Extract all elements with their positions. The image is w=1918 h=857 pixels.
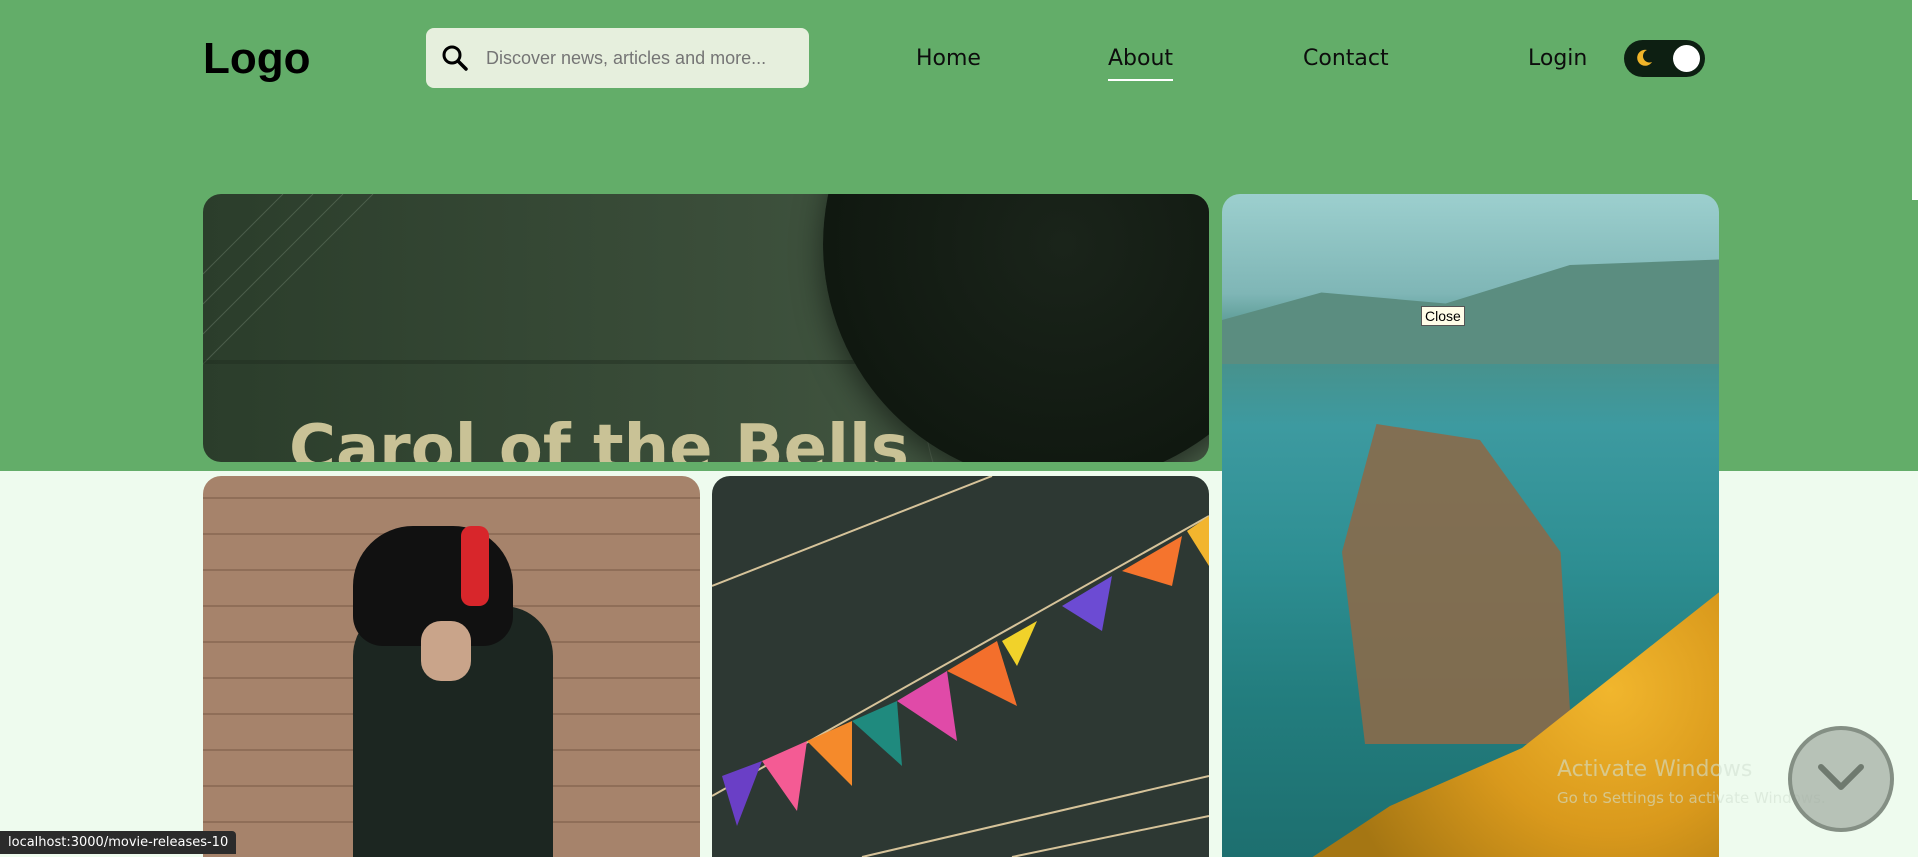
search-bar[interactable] (426, 28, 809, 88)
chevron-down-icon (1816, 762, 1866, 797)
status-bar-url: localhost:3000/movie-releases-10 (0, 831, 237, 854)
feature-title: Carol of the Bells (289, 412, 909, 462)
site-logo[interactable]: Logo (203, 34, 311, 84)
bagpiper-card[interactable] (203, 476, 700, 857)
nav-home-link[interactable]: Home (916, 46, 981, 71)
theme-toggle[interactable] (1624, 40, 1705, 77)
watermark-subtitle: Go to Settings to activate Windows. (1557, 789, 1826, 807)
close-button[interactable]: Close (1421, 306, 1465, 326)
bunting-illustration (712, 476, 1209, 857)
nav-login-link[interactable]: Login (1528, 46, 1587, 71)
feature-card[interactable]: Carol of the Bells (203, 194, 1209, 462)
nav-about-link[interactable]: About (1108, 46, 1174, 81)
watermark-title: Activate Windows (1557, 757, 1753, 782)
search-icon[interactable] (438, 41, 472, 75)
page-edge (1912, 0, 1918, 200)
bagpiper-face (421, 621, 471, 681)
search-input[interactable] (486, 47, 786, 69)
toggle-knob (1673, 45, 1700, 72)
scroll-down-button[interactable] (1788, 726, 1894, 832)
moon-icon (1634, 48, 1654, 68)
nav-contact-link[interactable]: Contact (1303, 46, 1389, 71)
bagpiper-plume (461, 526, 489, 606)
coast-hills-image (1222, 259, 1719, 364)
coast-village-image (1342, 424, 1572, 744)
bunting-card[interactable] (712, 476, 1209, 857)
